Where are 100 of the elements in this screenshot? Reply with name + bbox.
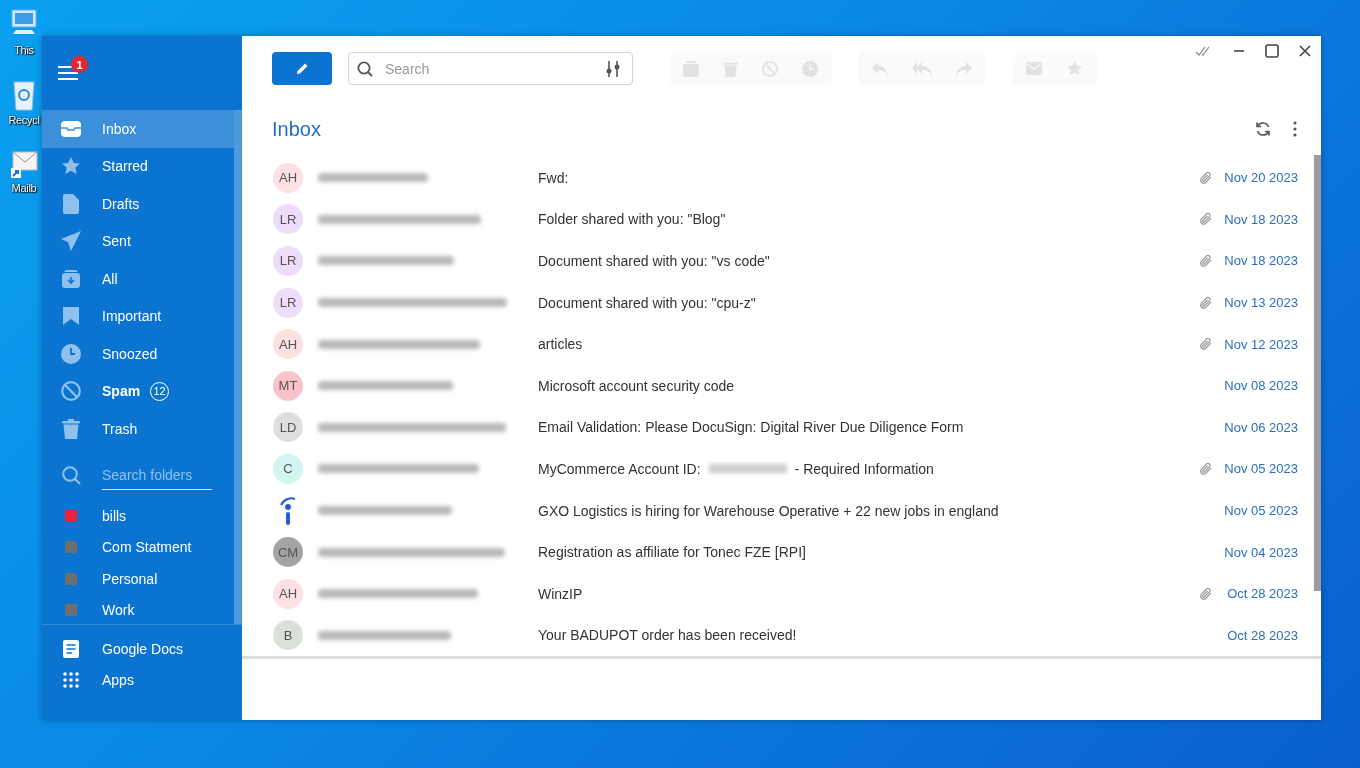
scrollbar[interactable] bbox=[1314, 155, 1321, 591]
desktop-icon-label: Mailb bbox=[11, 182, 37, 194]
search-bar[interactable]: Search bbox=[348, 52, 633, 85]
star-icon bbox=[61, 156, 81, 177]
desktop-icon-label: This bbox=[14, 44, 34, 56]
folder-item[interactable]: Drafts bbox=[42, 185, 234, 223]
info-logo-icon bbox=[280, 495, 296, 526]
refresh-icon[interactable] bbox=[1255, 121, 1271, 137]
email-row[interactable]: CM Registration as affiliate for Tonec FZE [RPI] Nov 04 2023 bbox=[272, 531, 1314, 573]
bookmark-icon bbox=[63, 307, 79, 326]
avatar: AH bbox=[273, 329, 303, 360]
email-subject: Document shared with you: "vs code" bbox=[538, 253, 770, 269]
email-subject: Fwd: bbox=[538, 169, 569, 186]
mail-shortcut-icon[interactable] bbox=[9, 148, 39, 180]
email-date: Nov 13 2023 bbox=[1224, 295, 1298, 311]
avatar: CM bbox=[273, 537, 303, 568]
email-row[interactable]: MT Microsoft account security code Nov 08 2023 bbox=[272, 364, 1314, 407]
app-link[interactable]: Apps bbox=[102, 672, 134, 689]
archive-icon bbox=[62, 269, 80, 288]
folder-item[interactable]: Spam 12 bbox=[42, 372, 234, 410]
avatar: LR bbox=[273, 287, 303, 318]
menu-button[interactable] bbox=[58, 65, 78, 81]
recycle-bin-icon[interactable] bbox=[11, 78, 37, 112]
notification-badge: 1 bbox=[71, 56, 88, 73]
paperclip-icon bbox=[1199, 461, 1213, 476]
paper-plane-icon bbox=[61, 231, 81, 252]
avatar: B bbox=[273, 620, 303, 651]
label-item[interactable]: bills bbox=[102, 508, 127, 525]
file-icon bbox=[63, 193, 79, 214]
email-date: Nov 18 2023 bbox=[1224, 211, 1298, 227]
folder-item[interactable]: Snoozed bbox=[42, 335, 234, 373]
email-subject: Document shared with you: "cpu-z" bbox=[538, 294, 756, 311]
paperclip-icon bbox=[1199, 212, 1213, 227]
email-date: Nov 12 2023 bbox=[1224, 336, 1298, 352]
filter-sliders-icon[interactable] bbox=[606, 60, 620, 77]
email-row[interactable]: LR Document shared with you: "vs code" Nov 18 2023 bbox=[272, 240, 1314, 282]
label-item[interactable]: Personal bbox=[102, 570, 158, 587]
clock-icon bbox=[61, 343, 81, 364]
email-date: Nov 08 2023 bbox=[1224, 378, 1298, 394]
avatar: LD bbox=[273, 412, 303, 443]
paperclip-icon bbox=[1199, 295, 1213, 310]
search-icon bbox=[357, 60, 373, 77]
search-icon bbox=[62, 466, 81, 485]
app-link[interactable]: Google Docs bbox=[102, 640, 183, 657]
trash-icon bbox=[62, 418, 80, 439]
email-date: Oct 28 2023 bbox=[1226, 586, 1298, 602]
folder-search-field[interactable]: Search folders bbox=[102, 461, 212, 490]
email-row[interactable]: AH articles Nov 12 2023 bbox=[272, 323, 1314, 365]
email-subject: Email Validation: Please DocuSign: Digital River Due Diligence Form bbox=[538, 419, 964, 436]
email-subject: MyCommerce Account ID: bbox=[538, 460, 701, 477]
email-subject: Registration as affiliate for Tonec FZE [RPI] bbox=[538, 544, 806, 561]
star-icon[interactable] bbox=[1066, 60, 1083, 77]
scrollbar[interactable] bbox=[234, 110, 242, 624]
avatar: C bbox=[273, 453, 303, 484]
email-row[interactable]: B Your BADUPOT order has been received! Oct 28 2023 bbox=[272, 614, 1314, 657]
paperclip-icon bbox=[1199, 586, 1213, 601]
email-row[interactable]: LR Document shared with you: "cpu-z" Nov 13 2023 bbox=[272, 281, 1314, 324]
label-item[interactable]: Work bbox=[102, 602, 135, 619]
document-icon bbox=[63, 639, 79, 658]
email-date: Nov 06 2023 bbox=[1224, 419, 1298, 435]
paperclip-icon bbox=[1199, 337, 1213, 352]
email-row[interactable]: GXO Logistics is hiring for Warehouse Operative + 22 new jobs in england Nov 05 2023 bbox=[272, 489, 1314, 532]
paperclip-icon bbox=[1199, 254, 1213, 268]
email-row[interactable]: LR Folder shared with you: "Blog" Nov 18 2023 bbox=[272, 198, 1314, 241]
avatar: AH bbox=[273, 162, 303, 193]
email-subject: WinzIP bbox=[538, 585, 583, 602]
mailbox-title: Inbox bbox=[272, 117, 321, 141]
email-date: Oct 28 2023 bbox=[1226, 627, 1298, 643]
avatar: LR bbox=[273, 204, 303, 235]
avatar: LR bbox=[273, 246, 303, 276]
email-subject: - Required Information bbox=[794, 460, 934, 477]
inbox-icon bbox=[61, 120, 81, 137]
email-date: Nov 20 2023 bbox=[1224, 170, 1298, 186]
email-date: Nov 05 2023 bbox=[1224, 503, 1298, 519]
email-row[interactable]: AH Fwd: Nov 20 2023 bbox=[272, 157, 1314, 199]
blocked-icon bbox=[61, 381, 81, 402]
email-subject: articles bbox=[538, 336, 583, 353]
folder-item[interactable]: All bbox=[42, 260, 234, 298]
close-icon[interactable] bbox=[1299, 45, 1311, 57]
folder-item[interactable]: Inbox bbox=[42, 110, 234, 148]
more-options-icon[interactable] bbox=[1293, 121, 1297, 137]
email-row[interactable]: LD Email Validation: Please DocuSign: Digital River Due Diligence Form Nov 06 2023 bbox=[272, 406, 1314, 449]
email-row[interactable]: C MyCommerce Account ID: - Required Information Nov 05 2023 bbox=[272, 448, 1314, 490]
email-row[interactable]: AH WinzIP Oct 28 2023 bbox=[272, 572, 1314, 615]
apps-grid-icon bbox=[63, 672, 79, 689]
folder-item[interactable]: Trash bbox=[42, 410, 234, 448]
avatar: MT bbox=[273, 370, 303, 401]
folder-item[interactable]: Important bbox=[42, 297, 234, 335]
email-subject: Microsoft account security code bbox=[538, 377, 735, 394]
label-item[interactable]: Com Statment bbox=[102, 539, 192, 556]
email-subject: Folder shared with you: "Blog" bbox=[538, 211, 726, 228]
pencil-icon bbox=[295, 62, 309, 75]
email-subject: GXO Logistics is hiring for Warehouse Operative + 22 new jobs in england bbox=[538, 502, 999, 519]
compose-button[interactable] bbox=[272, 52, 332, 85]
avatar: AH bbox=[273, 578, 303, 609]
folder-item[interactable]: Starred bbox=[42, 147, 234, 185]
maximize-icon[interactable] bbox=[1265, 44, 1279, 58]
folder-item[interactable]: Sent bbox=[42, 222, 234, 260]
email-subject: Your BADUPOT order has been received! bbox=[538, 627, 797, 644]
email-date: Nov 18 2023 bbox=[1224, 253, 1298, 269]
